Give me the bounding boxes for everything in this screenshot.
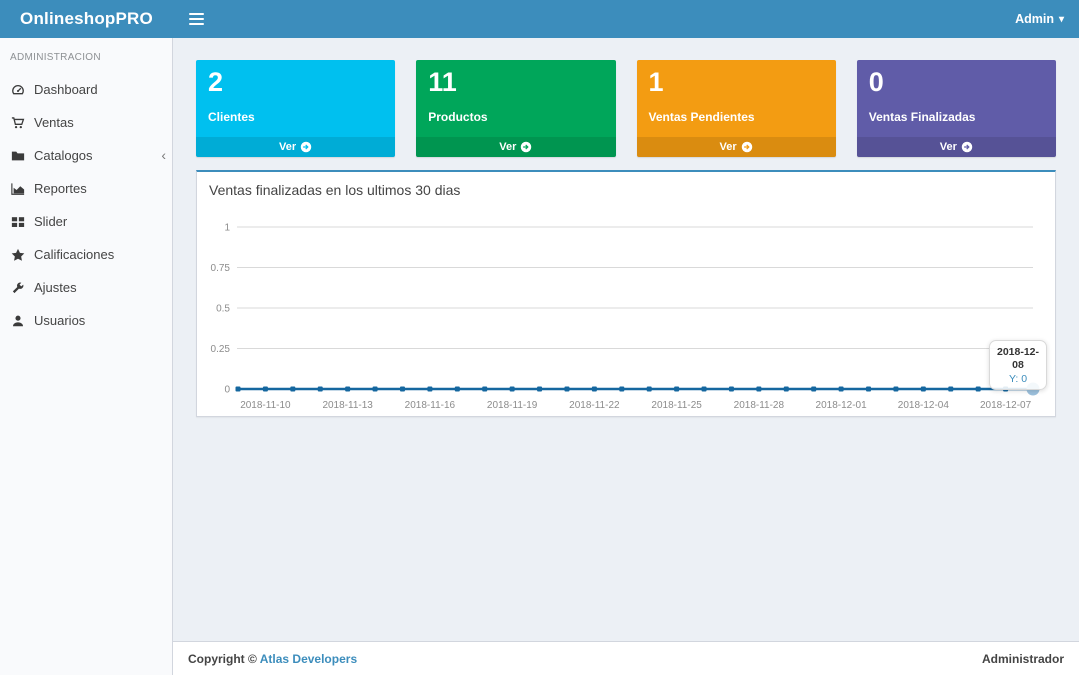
stat-cards-row: 2 Clientes Ver 11 Productos Ver 1 Ventas… — [196, 60, 1056, 157]
footer-user-label: Administrador — [981, 651, 1064, 666]
svg-text:1: 1 — [224, 223, 230, 234]
copyright-prefix: Copyright © — [188, 651, 260, 666]
stat-card-productos[interactable]: 11 Productos Ver — [416, 60, 616, 157]
main-content: 2 Clientes Ver 11 Productos Ver 1 Ventas… — [173, 38, 1079, 641]
line-chart-svg: 0 0.25 0.5 0.75 1 2018-11-10 2018-11-13 2018-11… — [211, 223, 1040, 411]
svg-text:0.25: 0.25 — [211, 344, 231, 355]
svg-text:2018-11-28: 2018-11-28 — [734, 400, 785, 411]
stat-card-clientes[interactable]: 2 Clientes Ver — [196, 60, 396, 157]
stat-value: 2 — [208, 67, 224, 97]
svg-text:2018-11-25: 2018-11-25 — [651, 400, 702, 411]
brand-logo[interactable]: OnlineshopPRO — [0, 0, 173, 38]
line-chart[interactable]: 0 0.25 0.5 0.75 1 2018-11-10 2018-11-13 2018-11… — [197, 202, 1055, 416]
sidebar: ADMINISTRACION Dashboard Ventas Catalogo… — [0, 38, 173, 675]
stat-card-body: 0 Ventas Finalizadas — [857, 60, 1056, 137]
stat-card-link[interactable]: Ver — [856, 137, 1056, 157]
svg-text:0.5: 0.5 — [216, 304, 230, 315]
stat-card-ventas-finalizadas[interactable]: 0 Ventas Finalizadas Ver — [856, 60, 1056, 157]
atlas-developers-link[interactable]: Atlas Developers — [260, 652, 357, 666]
svg-text:2018-11-22: 2018-11-22 — [569, 400, 620, 411]
cart-icon — [10, 115, 25, 130]
grid-icon — [10, 214, 25, 229]
sidebar-item-calificaciones[interactable]: Calificaciones — [0, 238, 172, 271]
sidebar-item-label: Usuarios — [34, 313, 86, 328]
stat-link-label: Ver — [499, 141, 517, 153]
arrow-circle-right-icon — [300, 141, 312, 153]
hamburger-icon — [188, 18, 204, 20]
stat-card-body: 11 Productos — [416, 60, 615, 137]
stat-card-link[interactable]: Ver — [636, 137, 836, 157]
copyright-text: Copyright © Atlas Developers — [188, 652, 357, 666]
svg-text:2018-11-19: 2018-11-19 — [487, 400, 538, 411]
stat-value: 11 — [428, 67, 457, 97]
dashboard-icon — [10, 82, 25, 97]
sidebar-item-label: Calificaciones — [34, 247, 115, 262]
sidebar-item-label: Ventas — [34, 115, 74, 130]
stat-value: 0 — [868, 67, 884, 97]
sidebar-item-dashboard[interactable]: Dashboard — [0, 73, 172, 106]
arrow-circle-right-icon — [961, 141, 973, 153]
user-icon — [10, 313, 25, 328]
arrow-circle-right-icon — [521, 141, 532, 153]
tooltip-value: Y: 0 — [1008, 373, 1028, 386]
svg-text:2018-12-01: 2018-12-01 — [816, 400, 868, 411]
chevron-down-icon: ▾ — [1058, 13, 1064, 25]
sidebar-section-label: ADMINISTRACION — [10, 52, 101, 63]
chevron-left-icon: ‹ — [161, 147, 166, 163]
sales-chart-panel: Ventas finalizadas en los ultimos 30 dia… — [196, 170, 1056, 417]
sidebar-toggle-button[interactable] — [173, 0, 219, 38]
sidebar-item-label: Reportes — [34, 181, 87, 196]
stat-label: Ventas Pendientes — [648, 110, 755, 125]
sidebar-item-label: Ajustes — [34, 280, 77, 295]
svg-text:2018-11-16: 2018-11-16 — [405, 400, 456, 411]
sidebar-item-label: Dashboard — [34, 82, 98, 97]
user-menu-dropdown[interactable]: Admin ▾ — [1000, 12, 1079, 26]
stat-value: 1 — [648, 67, 664, 97]
stat-card-link[interactable]: Ver — [196, 137, 396, 157]
tooltip-date: 2018-12-08 — [996, 346, 1040, 372]
sidebar-item-usuarios[interactable]: Usuarios — [0, 304, 172, 337]
stat-label: Clientes — [208, 110, 255, 125]
sidebar-item-reportes[interactable]: Reportes — [0, 172, 172, 205]
star-icon — [10, 247, 25, 262]
sidebar-item-label: Slider — [34, 214, 68, 229]
stat-label: Productos — [428, 110, 488, 125]
sidebar-item-ajustes[interactable]: Ajustes — [0, 271, 172, 304]
chart-tooltip: 2018-12-08 Y: 0 — [989, 340, 1047, 391]
stat-link-label: Ver — [719, 141, 737, 153]
area-chart-icon — [10, 181, 25, 196]
svg-text:0.75: 0.75 — [211, 263, 231, 274]
svg-text:2018-12-07: 2018-12-07 — [980, 400, 1032, 411]
svg-text:0: 0 — [224, 385, 230, 396]
stat-card-body: 1 Ventas Pendientes — [637, 60, 836, 137]
stat-card-body: 2 Clientes — [196, 60, 395, 137]
stat-label: Ventas Finalizadas — [868, 110, 976, 125]
stat-link-label: Ver — [939, 141, 957, 153]
sidebar-item-label: Catalogos — [34, 148, 93, 163]
svg-text:2018-11-10: 2018-11-10 — [240, 400, 291, 411]
folder-icon — [10, 148, 25, 163]
hamburger-icon — [188, 13, 204, 15]
user-menu-label: Admin — [1015, 12, 1054, 26]
svg-text:2018-12-04: 2018-12-04 — [898, 400, 950, 411]
stat-card-link[interactable]: Ver — [416, 137, 616, 157]
stat-link-label: Ver — [279, 141, 297, 153]
page-footer: Copyright © Atlas Developers Administrad… — [173, 641, 1079, 675]
sidebar-item-ventas[interactable]: Ventas — [0, 106, 172, 139]
chart-title: Ventas finalizadas en los ultimos 30 dia… — [209, 182, 461, 198]
wrench-icon — [10, 280, 25, 295]
hamburger-icon — [188, 23, 204, 25]
arrow-circle-right-icon — [741, 141, 752, 153]
sidebar-item-catalogos[interactable]: Catalogos ‹ — [0, 139, 172, 172]
stat-card-ventas-pendientes[interactable]: 1 Ventas Pendientes Ver — [636, 60, 836, 157]
svg-text:2018-11-13: 2018-11-13 — [322, 400, 373, 411]
top-header: OnlineshopPRO Admin ▾ — [0, 0, 1079, 38]
sidebar-item-slider[interactable]: Slider — [0, 205, 172, 238]
top-navbar: Admin ▾ — [173, 0, 1079, 38]
